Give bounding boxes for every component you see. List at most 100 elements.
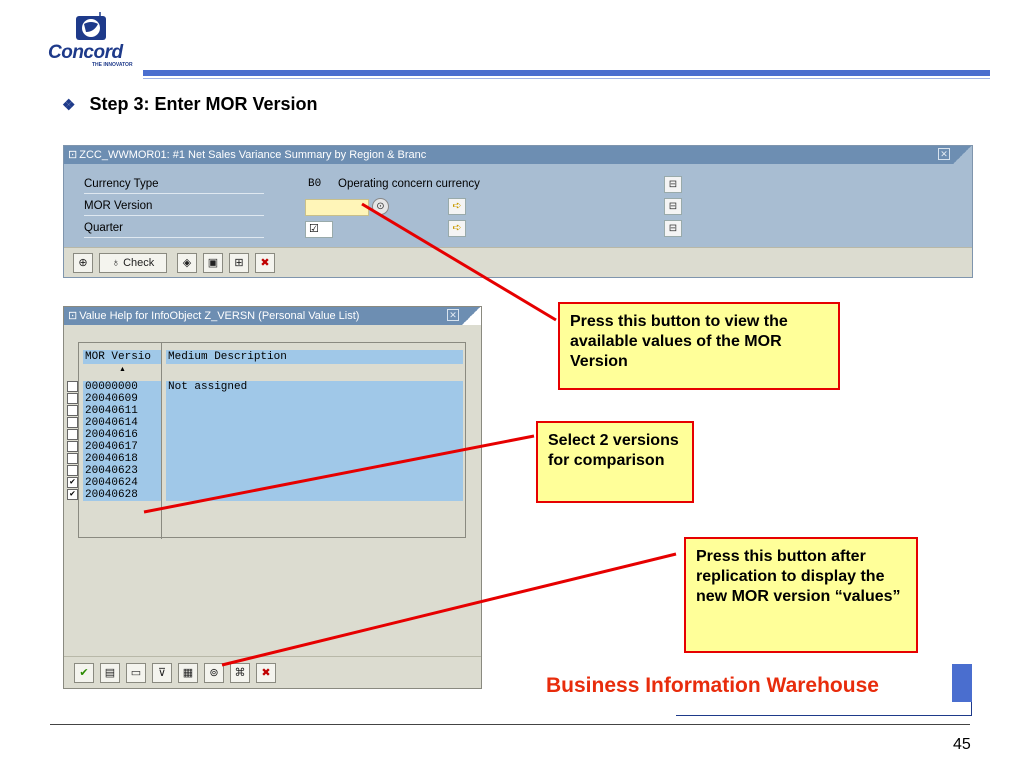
attributes-button[interactable]: ⊞ <box>229 253 249 273</box>
find-button[interactable]: ⌘ <box>230 663 250 683</box>
row-checkbox[interactable] <box>67 441 78 452</box>
value-help-toolbar: ✔ ▤ ▭ ⊽ ▦ ⊚ ⌘ ✖ <box>64 656 481 688</box>
refresh-button[interactable]: ⊚ <box>204 663 224 683</box>
row-checkbox[interactable] <box>67 453 78 464</box>
table-row[interactable]: 20040618 <box>67 453 467 465</box>
save-icon: ▣ <box>207 257 219 269</box>
close-icon[interactable]: ✕ <box>938 148 950 160</box>
row-checkbox[interactable] <box>67 465 78 476</box>
multiple-selection-button[interactable]: ⊟ <box>664 198 682 215</box>
multiple-selection-button[interactable]: ⊟ <box>664 220 682 237</box>
version-cell: 20040617 <box>83 441 161 453</box>
column-header-description[interactable]: Medium Description <box>166 350 463 364</box>
step-heading: ❖ Step 3: Enter MOR Version <box>62 94 318 115</box>
mor-version-label: MOR Version <box>84 198 264 216</box>
row-checkbox-checked[interactable]: ✔ <box>67 489 78 500</box>
filter-icon: ⊽ <box>157 667 167 679</box>
description-cell <box>166 417 463 429</box>
page-number: 45 <box>953 736 971 753</box>
window-title: ZCC_WWMOR01: #1 Net Sales Variance Summa… <box>79 149 427 161</box>
value-help-window: ⊡ Value Help for InfoObject Z_VERSN (Pers… <box>63 306 482 689</box>
titlebar-corner <box>461 307 481 325</box>
version-cell: 20040624 <box>83 477 161 489</box>
row-checkbox[interactable] <box>67 405 78 416</box>
version-cell: 20040611 <box>83 405 161 417</box>
table-row[interactable]: 20040616 <box>67 429 467 441</box>
cancel-button[interactable]: ✖ <box>255 253 275 273</box>
row-checkbox[interactable] <box>67 417 78 428</box>
variant-button[interactable]: ◈ <box>177 253 197 273</box>
row-checkbox[interactable] <box>67 429 78 440</box>
brand-accent <box>952 664 972 702</box>
sort-ascending-icon: ▲ <box>119 366 126 373</box>
brand-title: Business Information Warehouse <box>546 674 879 697</box>
version-cell: 20040623 <box>83 465 161 477</box>
close-icon[interactable]: ✕ <box>447 309 459 321</box>
callout-after-replication: Press this button after replication to d… <box>684 537 918 653</box>
row-checkbox-checked[interactable]: ✔ <box>67 477 78 488</box>
window-titlebar: ⊡ Value Help for InfoObject Z_VERSN (Pers… <box>64 307 481 325</box>
concord-logo: Concord THE INNOVATOR <box>48 6 140 68</box>
refresh-icon: ⊚ <box>209 667 219 679</box>
currency-type-code: B0 <box>308 178 322 190</box>
row-checkbox[interactable] <box>67 381 78 392</box>
sort-button[interactable]: ▦ <box>178 663 198 683</box>
multiple-selection-button[interactable]: ⊟ <box>664 176 682 193</box>
column-header-version[interactable]: MOR Versio <box>83 350 161 364</box>
table-row[interactable]: 20040617 <box>67 441 467 453</box>
description-cell <box>166 405 463 417</box>
table-row[interactable]: 20040611 <box>67 405 467 417</box>
check-icon: ♁ <box>111 257 120 269</box>
quarter-input[interactable]: ☑ <box>305 221 333 238</box>
execute-button[interactable]: ⊕ <box>73 253 93 273</box>
currency-type-row: Currency Type B0 Operating concern curre… <box>84 176 944 194</box>
save-button[interactable]: ▣ <box>203 253 223 273</box>
version-cell: 20040616 <box>83 429 161 441</box>
deselect-all-button[interactable]: ▭ <box>126 663 146 683</box>
footer-rule <box>50 724 970 725</box>
description-cell: Not assigned <box>166 381 463 393</box>
description-cell <box>166 441 463 453</box>
select-all-icon: ▤ <box>104 667 116 679</box>
window-title: Value Help for InfoObject Z_VERSN (Perso… <box>79 310 360 322</box>
description-cell <box>166 489 463 501</box>
table-row[interactable]: ✔ 20040628 <box>67 489 467 501</box>
description-cell <box>166 465 463 477</box>
titlebar-corner <box>952 146 972 164</box>
table-row[interactable]: 20040623 <box>67 465 467 477</box>
step-title: Step 3: Enter MOR Version <box>89 94 318 114</box>
selection-toolbar: ⊕ ♁ Check ◈ ▣ ⊞ ✖ <box>64 247 972 277</box>
description-cell <box>166 429 463 441</box>
filter-button[interactable]: ⊽ <box>152 663 172 683</box>
cancel-icon: ✖ <box>260 257 270 269</box>
table-row[interactable]: 00000000 Not assigned <box>67 381 467 393</box>
quarter-row: Quarter ☑ ➪ ⊟ <box>84 220 944 238</box>
sort-icon: ▦ <box>182 667 194 679</box>
diamond-bullet-icon: ❖ <box>62 97 76 114</box>
description-cell <box>166 453 463 465</box>
variant-icon: ◈ <box>182 257 192 269</box>
value-list-table: MOR Versio Medium Description ▲ 00000000… <box>67 342 467 539</box>
deselect-all-icon: ▭ <box>130 667 142 679</box>
arrow-right-icon[interactable]: ➪ <box>448 220 466 237</box>
check-label: Check <box>123 257 155 269</box>
mor-version-input[interactable] <box>305 199 369 216</box>
version-cell: 20040628 <box>83 489 161 501</box>
confirm-icon: ✔ <box>79 667 89 679</box>
description-cell <box>166 393 463 405</box>
value-help-button[interactable]: ⊙ <box>372 198 389 215</box>
document-icon: ⊡ <box>68 310 78 322</box>
table-row[interactable]: ✔ 20040624 <box>67 477 467 489</box>
arrow-right-icon[interactable]: ➪ <box>448 198 466 215</box>
check-button[interactable]: ♁ Check <box>99 253 167 273</box>
version-cell: 00000000 <box>83 381 161 393</box>
logo-tagline: THE INNOVATOR <box>92 62 133 68</box>
table-row[interactable]: 20040609 <box>67 393 467 405</box>
confirm-button[interactable]: ✔ <box>74 663 94 683</box>
select-all-button[interactable]: ▤ <box>100 663 120 683</box>
cancel-button[interactable]: ✖ <box>256 663 276 683</box>
table-row[interactable]: 20040614 <box>67 417 467 429</box>
execute-icon: ⊕ <box>78 257 88 269</box>
callout-view-values: Press this button to view the available … <box>558 302 840 390</box>
row-checkbox[interactable] <box>67 393 78 404</box>
